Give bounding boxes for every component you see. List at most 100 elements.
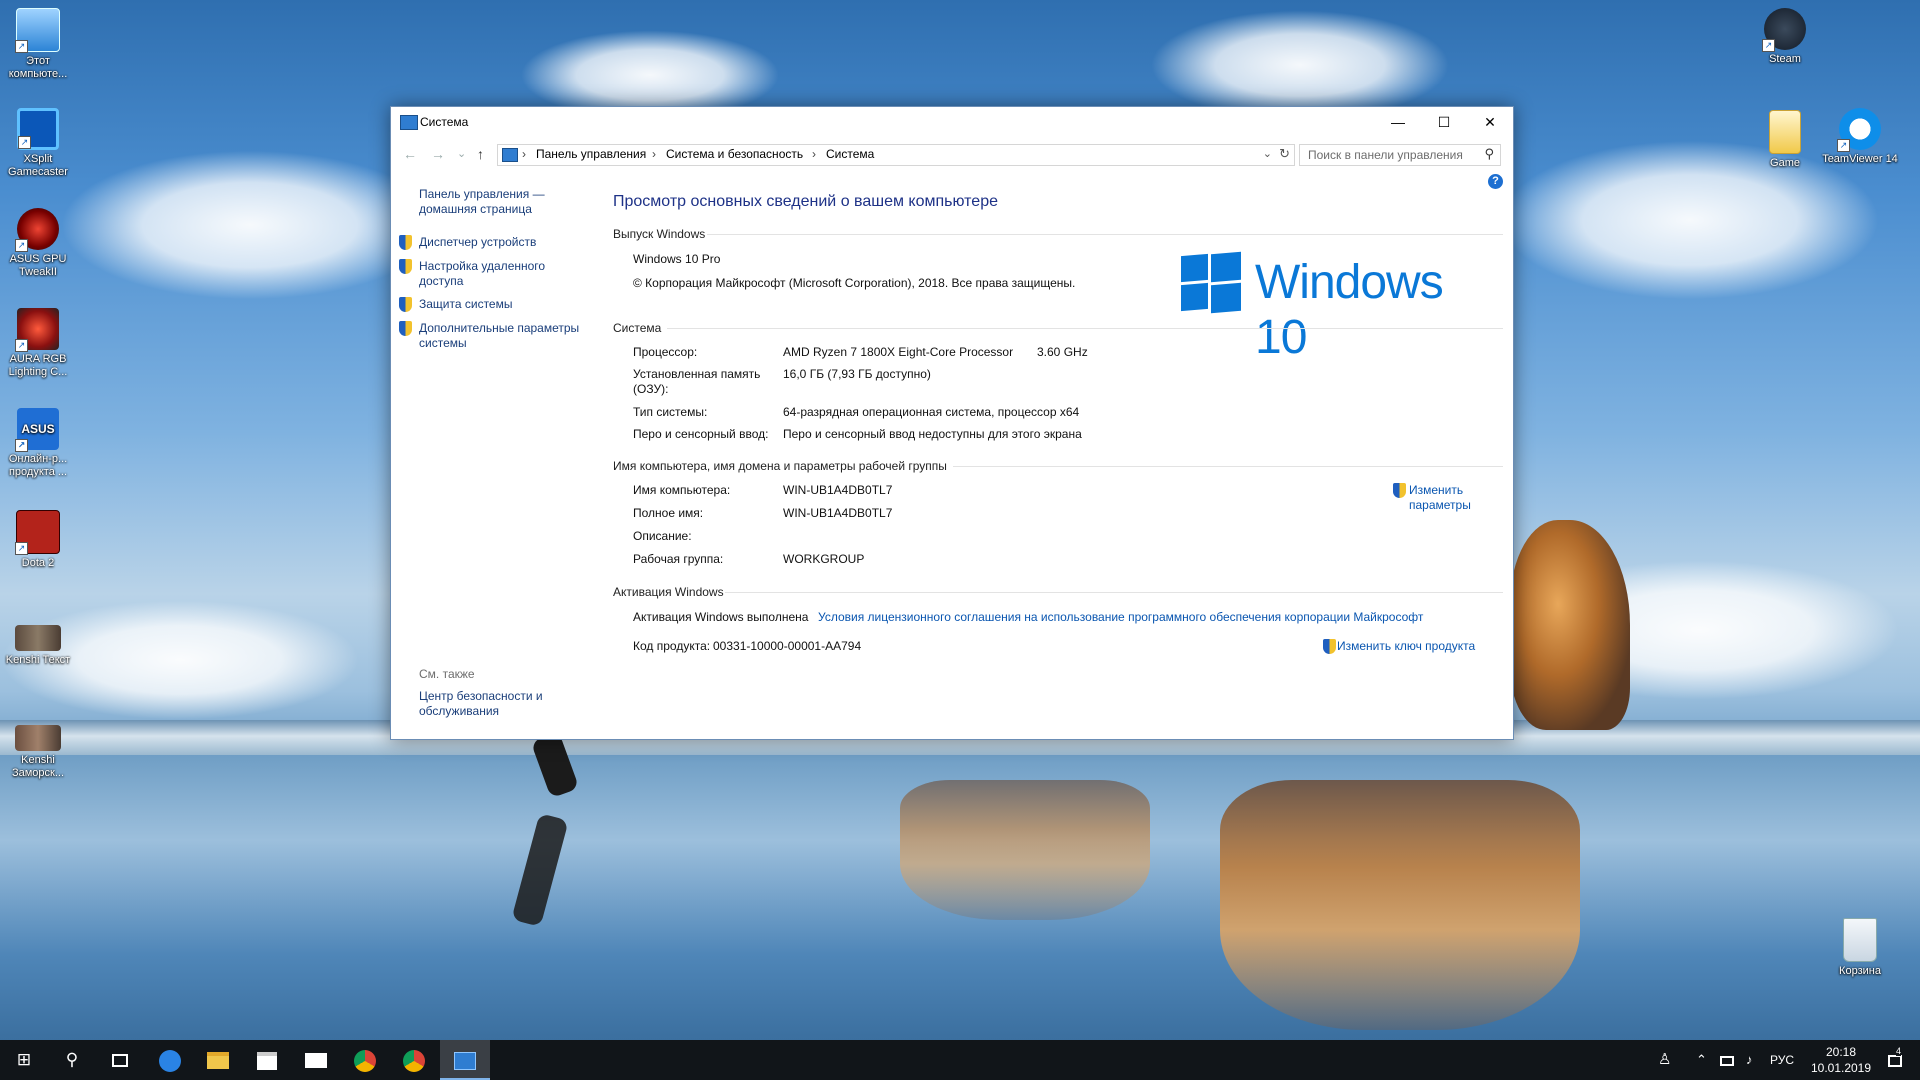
language-indicator[interactable]: РУС [1770, 1040, 1794, 1080]
task-view-button[interactable] [96, 1040, 144, 1080]
desktop-icon-dota2[interactable]: ↗ Dota 2 [0, 510, 76, 570]
breadcrumb-separator: › [652, 147, 656, 161]
up-button[interactable]: ↑ [477, 146, 484, 162]
section-computer-name: Имя компьютера, имя домена и параметры р… [613, 459, 1503, 473]
breadcrumb-security[interactable]: Система и безопасность [666, 147, 803, 161]
breadcrumb-system[interactable]: Система [826, 147, 874, 161]
taskbar-mail[interactable] [292, 1040, 340, 1080]
breadcrumb-separator: › [812, 147, 816, 161]
kenshi-icon [15, 625, 61, 651]
refresh-icon[interactable]: ↻ [1279, 146, 1290, 162]
processor-speed: 3.60 GHz [1037, 345, 1088, 359]
divider [953, 466, 1503, 467]
desktop-icon-asus-gpu-tweak[interactable]: ↗ ASUS GPU TweakII [0, 208, 76, 279]
gpu-tweak-icon: ↗ [15, 208, 59, 252]
forward-button[interactable]: → [431, 146, 445, 162]
cloud [1150, 10, 1450, 120]
change-settings-link[interactable]: Изменить параметры [1393, 483, 1483, 513]
desktop-icon-steam[interactable]: ↗ Steam [1747, 8, 1823, 66]
address-bar[interactable]: › Панель управления › Система и безопасн… [497, 144, 1295, 166]
workgroup-label: Рабочая группа: [633, 552, 724, 566]
taskbar-explorer[interactable] [194, 1040, 242, 1080]
desktop-icon-this-pc[interactable]: ↗ Этот компьюте... [0, 8, 76, 81]
control-panel-icon [454, 1051, 476, 1070]
system-icon [400, 115, 418, 130]
sidebar-item-remote-access[interactable]: Настройка удаленного доступа [399, 259, 589, 289]
maximize-button[interactable]: ☐ [1421, 107, 1467, 137]
workgroup-value: WORKGROUP [783, 552, 865, 566]
chevron-down-icon[interactable]: ⌄ [1263, 147, 1272, 160]
notification-count: 4 [1896, 1046, 1902, 1056]
dota-icon: ↗ [15, 510, 60, 555]
clock-date: 10.01.2019 [1810, 1061, 1872, 1075]
notification-center-button[interactable]: 4 [1884, 1040, 1906, 1080]
clock[interactable]: 20:18 10.01.2019 [1806, 1044, 1876, 1076]
section-system: Система [613, 321, 1503, 335]
back-button[interactable]: ← [403, 146, 417, 162]
processor-value: AMD Ryzen 7 1800X Eight-Core Processor [783, 345, 1014, 359]
desktop-icon-kenshi-text[interactable]: Kenshi Текст [0, 625, 76, 667]
shield-icon [399, 297, 412, 312]
taskbar-chrome-2[interactable] [390, 1040, 438, 1080]
asus-icon: ASUS ↗ [15, 408, 59, 452]
start-button[interactable]: ⊞ [0, 1040, 48, 1080]
shield-icon [1393, 483, 1406, 498]
copyright-text: © Корпорация Майкрософт (Microsoft Corpo… [633, 276, 1076, 290]
people-icon[interactable]: ♙ [1658, 1040, 1671, 1080]
system-type-value: 64-разрядная операционная система, проце… [783, 405, 1080, 419]
search-input[interactable]: Поиск в панели управления ⚲ [1299, 144, 1501, 166]
taskbar: ⊞ ⚲ ♙ ⌃ ♪ РУС 20:18 10.01.2019 4 [0, 1040, 1920, 1080]
rock [1510, 520, 1630, 730]
divider [725, 592, 1503, 593]
network-icon[interactable] [1720, 1040, 1736, 1080]
taskbar-store[interactable] [243, 1040, 291, 1080]
help-button[interactable]: ? [1488, 174, 1503, 189]
sidebar-item-advanced-settings[interactable]: Дополнительные параметры системы [399, 321, 589, 351]
divider [667, 328, 1503, 329]
recent-pages-button[interactable]: ⌄ [457, 147, 466, 160]
full-name-label: Полное имя: [633, 506, 704, 520]
close-button[interactable]: ✕ [1467, 107, 1513, 137]
license-terms-link[interactable]: Условия лицензионного соглашения на испо… [818, 610, 1423, 624]
rock-reflection [900, 780, 1150, 920]
chevron-up-icon[interactable]: ⌃ [1696, 1040, 1707, 1080]
desktop-icon-xsplit[interactable]: ↗ XSplit Gamecaster [0, 108, 76, 179]
desktop-icon-kenshi-overseas[interactable]: Kenshi Заморск... [0, 725, 76, 780]
search-icon[interactable]: ⚲ [1484, 146, 1494, 162]
desktop-icon-aura[interactable]: ↗ AURA RGB Lighting C... [0, 308, 76, 379]
computer-name-label: Имя компьютера: [633, 483, 731, 497]
title-bar[interactable]: Система — ☐ ✕ [391, 107, 1513, 137]
description-label: Описание: [633, 529, 692, 543]
search-button[interactable]: ⚲ [48, 1040, 96, 1080]
security-center-link[interactable]: Центр безопасности и обслуживания [419, 689, 559, 719]
sidebar-home-link[interactable]: Панель управления — домашняя страница [419, 187, 589, 217]
system-window: Система — ☐ ✕ ← → ⌄ ↑ › Панель управлени… [390, 106, 1514, 740]
shield-icon [399, 235, 412, 250]
cloud [60, 150, 440, 300]
taskbar-edge[interactable] [146, 1040, 194, 1080]
desktop-icon-asus-online[interactable]: ASUS ↗ Онлайн-р... продукта ... [0, 408, 76, 479]
desktop-icon-game-folder[interactable]: Game [1747, 110, 1823, 170]
breadcrumb-separator: › [522, 147, 526, 161]
control-panel-icon [502, 148, 518, 162]
desktop-icon-teamviewer[interactable]: ↗ TeamViewer 14 [1822, 108, 1898, 166]
change-product-key-link[interactable]: Изменить ключ продукта [1323, 639, 1475, 654]
pen-touch-label: Перо и сенсорный ввод: [633, 427, 769, 441]
breadcrumb-control-panel[interactable]: Панель управления [536, 147, 646, 161]
address-row: ← → ⌄ ↑ › Панель управления › Система и … [391, 137, 1513, 170]
product-key-value: 00331-10000-00001-AA794 [713, 639, 862, 653]
sidebar-item-system-protection[interactable]: Защита системы [399, 297, 589, 312]
pen-touch-value: Перо и сенсорный ввод недоступны для это… [783, 427, 1082, 441]
volume-icon[interactable]: ♪ [1746, 1040, 1753, 1080]
teamviewer-icon: ↗ [1837, 108, 1881, 152]
store-icon [257, 1051, 277, 1070]
sidebar-item-device-manager[interactable]: Диспетчер устройств [399, 235, 589, 250]
minimize-button[interactable]: — [1375, 107, 1421, 137]
taskbar-chrome-1[interactable] [341, 1040, 389, 1080]
desktop-icon-recycle-bin[interactable]: Корзина [1822, 918, 1898, 978]
taskbar-control-panel[interactable] [440, 1040, 490, 1080]
section-activation: Активация Windows [613, 585, 1503, 599]
processor-label: Процессор: [633, 345, 698, 359]
shield-icon [399, 321, 412, 336]
edge-icon [159, 1049, 181, 1072]
